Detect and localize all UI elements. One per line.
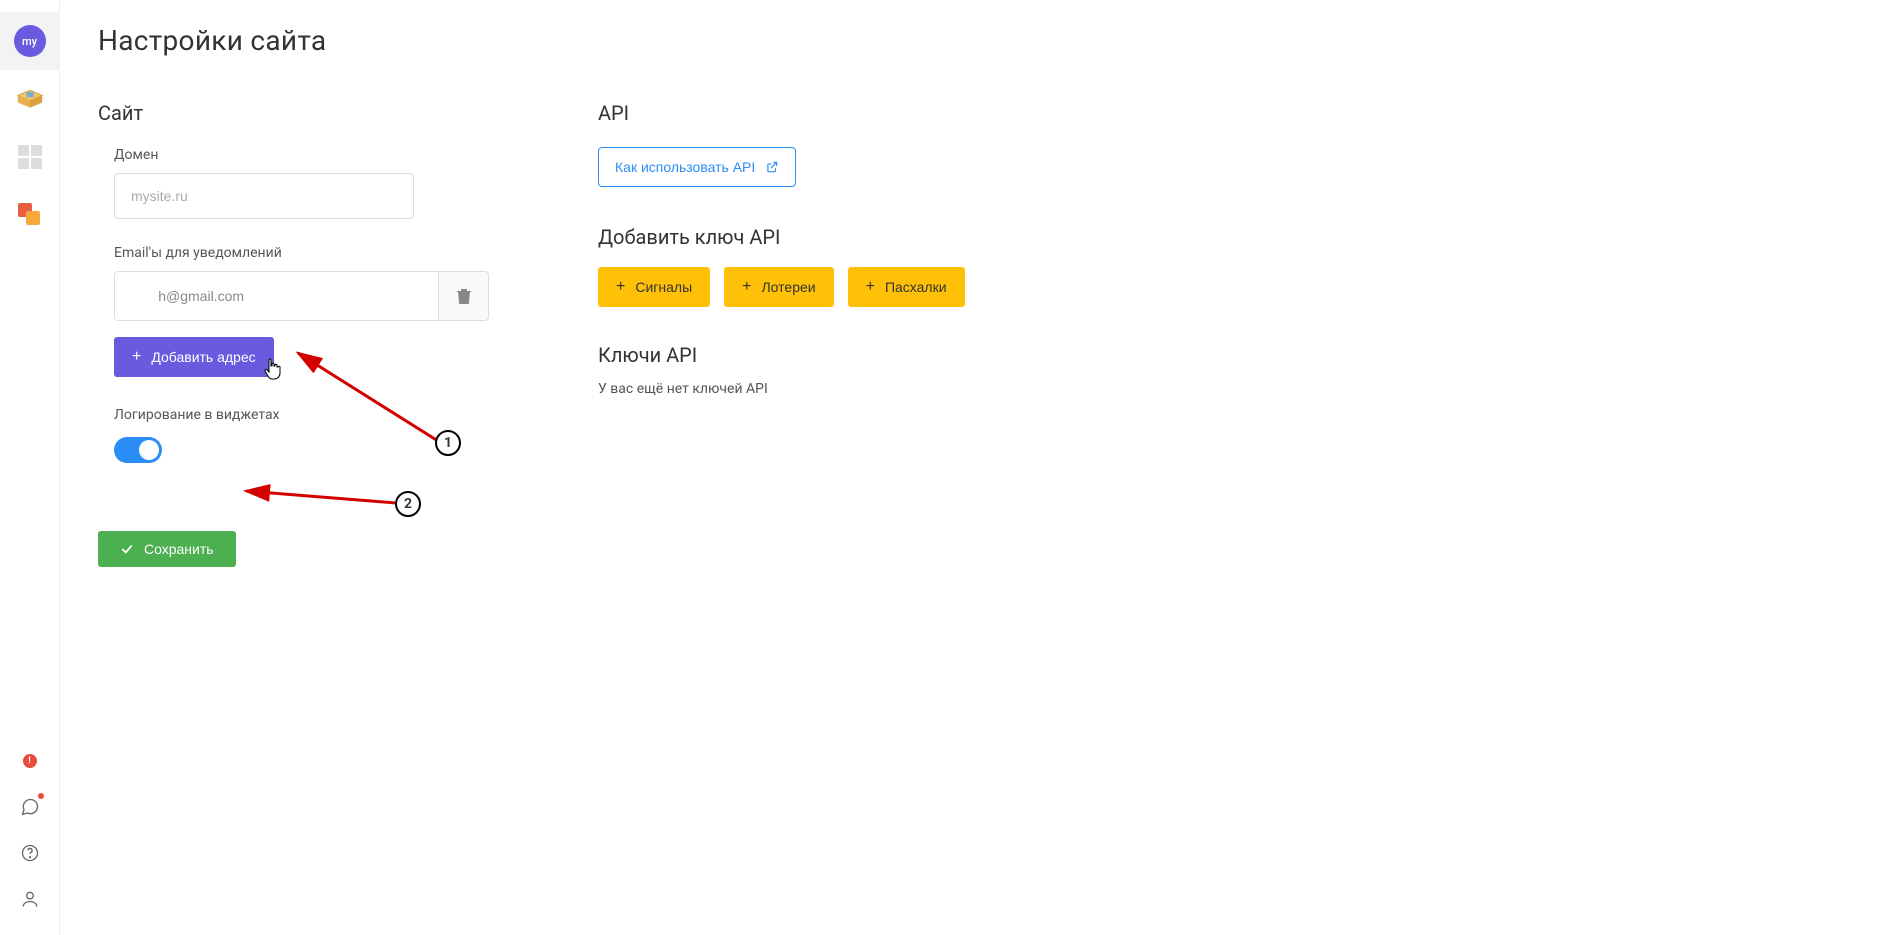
add-address-button[interactable]: + Добавить адрес [114,337,274,377]
plus-icon: + [742,278,751,296]
plus-icon: + [616,278,625,296]
api-howto-label: Как использовать API [615,159,755,175]
easter-label: Пасхалки [885,279,947,295]
main-content: Настройки сайта Сайт Домен Email'ы для у… [60,0,1878,935]
email-input[interactable] [115,272,438,320]
logging-group: Логирование в виджетах [98,407,598,463]
alerts-button[interactable] [18,749,42,773]
email-row [114,271,489,321]
logging-label: Логирование в виджетах [114,407,598,423]
signals-label: Сигналы [635,279,692,295]
grid-icon [18,145,42,169]
domain-group: Домен [98,147,598,219]
avatar: my [14,25,46,57]
profile-button[interactable] [18,887,42,911]
chat-button[interactable] [18,795,42,819]
save-label: Сохранить [144,541,214,557]
trash-icon [457,288,471,304]
plus-icon: + [132,348,141,366]
site-settings-column: Сайт Домен Email'ы для уведомлений + Доб… [98,101,598,567]
sidebar-item-dashboard[interactable] [0,70,60,128]
sidebar-item-widgets[interactable] [0,186,60,244]
check-icon [120,542,134,556]
plus-icon: + [866,278,875,296]
chat-icon [20,797,40,817]
widgets-icon [18,203,42,227]
save-button[interactable]: Сохранить [98,531,236,567]
sidebar: my [0,0,60,935]
sidebar-avatar-item[interactable]: my [0,12,60,70]
delete-email-button[interactable] [438,272,488,320]
api-howto-button[interactable]: Как использовать API [598,147,796,187]
domain-label: Домен [114,147,598,163]
page-title: Настройки сайта [98,24,1840,57]
toggle-knob [139,440,159,460]
sidebar-top: my [0,0,59,244]
api-column: API Как использовать API Добавить ключ A… [598,101,965,567]
external-link-icon [765,160,779,174]
domain-input[interactable] [114,173,414,219]
lotteries-label: Лотереи [761,279,815,295]
help-button[interactable] [18,841,42,865]
api-key-type-row: + Сигналы + Лотереи + Пасхалки [598,267,965,307]
alert-icon [23,754,37,768]
api-keys-title: Ключи API [598,343,965,367]
add-easter-key-button[interactable]: + Пасхалки [848,267,965,307]
add-lotteries-key-button[interactable]: + Лотереи [724,267,833,307]
chat-badge [38,793,44,799]
logging-toggle[interactable] [114,437,162,463]
add-address-label: Добавить адрес [151,349,255,365]
annotation-circle-1: 1 [435,430,461,456]
site-section-title: Сайт [98,101,598,125]
user-icon [20,889,40,909]
api-section-title: API [598,101,965,125]
sidebar-bottom [18,749,42,935]
add-signals-key-button[interactable]: + Сигналы [598,267,710,307]
annotation-circle-2: 2 [395,491,421,517]
api-add-key-title: Добавить ключ API [598,225,965,249]
emails-group: Email'ы для уведомлений + Добавить адрес [98,245,598,377]
sidebar-item-lists[interactable] [0,128,60,186]
help-icon [20,843,40,863]
api-keys-empty-text: У вас ещё нет ключей API [598,381,965,397]
emails-label: Email'ы для уведомлений [114,245,598,261]
box-icon [16,88,44,110]
columns: Сайт Домен Email'ы для уведомлений + Доб… [98,101,1840,567]
